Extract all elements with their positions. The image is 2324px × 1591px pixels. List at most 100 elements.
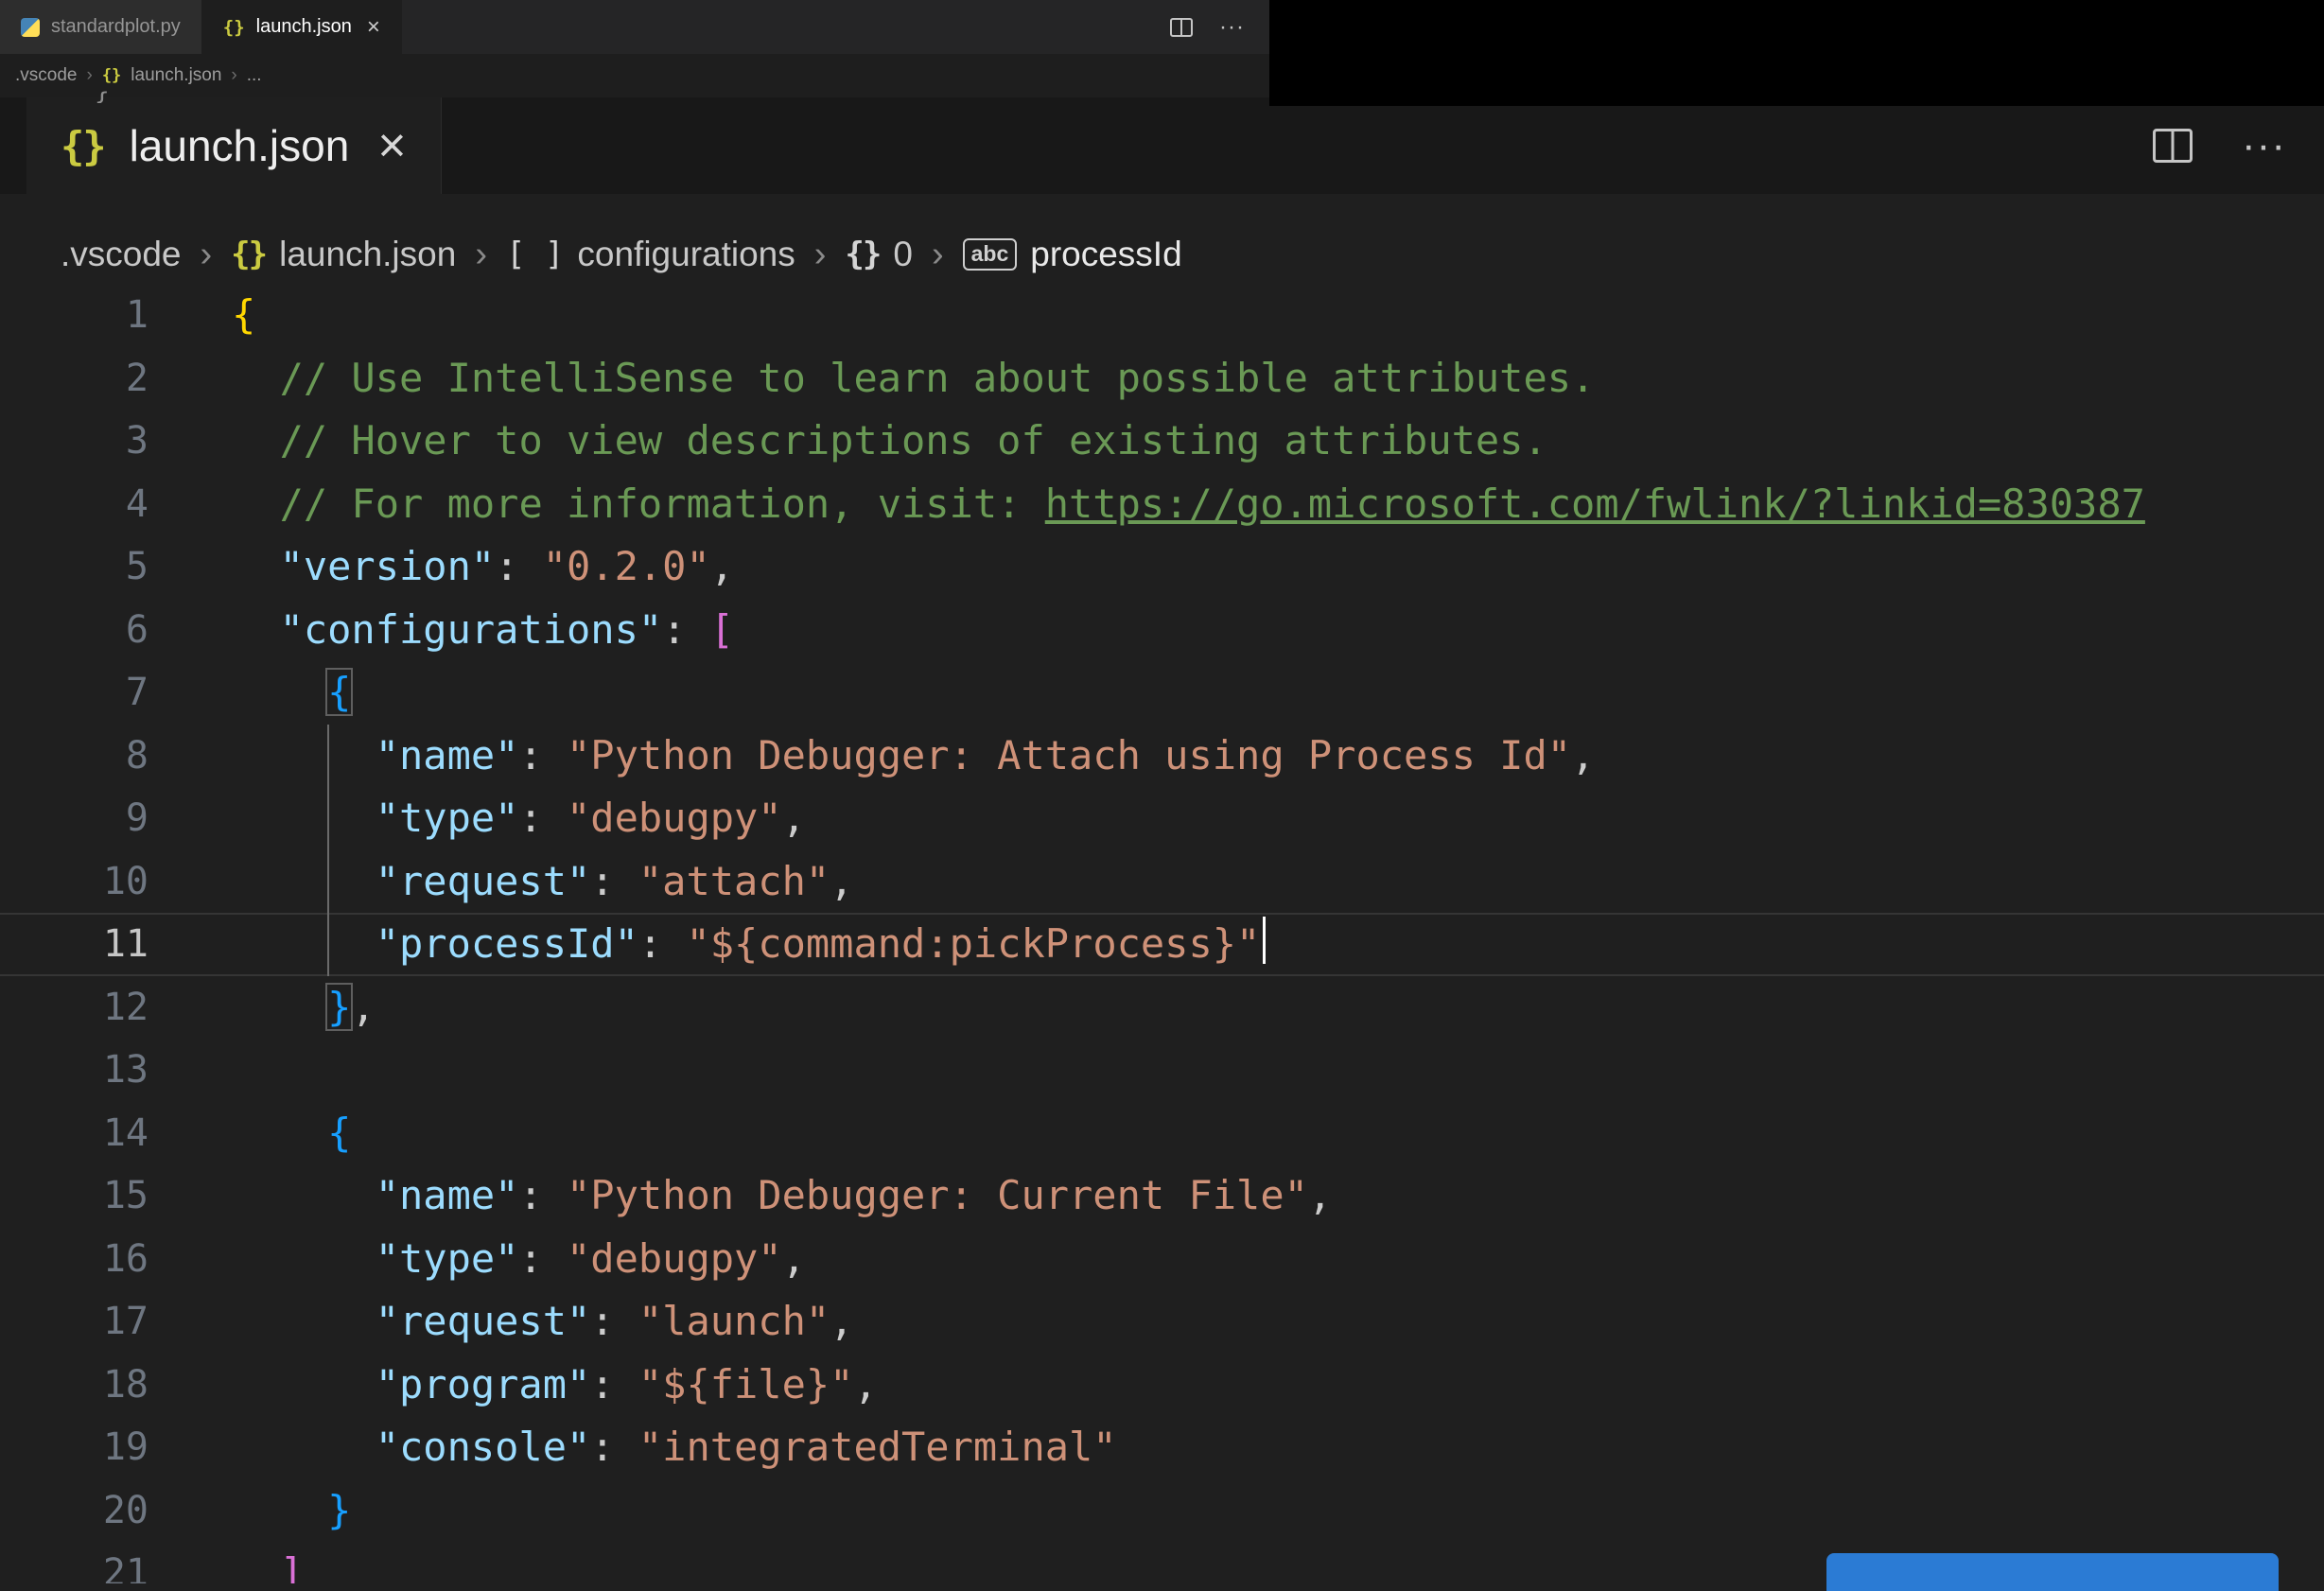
line-number[interactable]: 8 [0,725,149,788]
object-symbol-icon: {} [845,236,882,273]
breadcrumb-item-vscode[interactable]: .vscode [15,65,77,86]
json-braces-icon: {} [101,66,122,85]
line-number[interactable]: 18 [0,1354,149,1417]
code-token: "request" [375,857,591,904]
code-line[interactable]: 15 "name": "Python Debugger: Current Fil… [0,1164,2324,1228]
tab-standardplot-py[interactable]: standardplot.py [0,0,202,54]
line-number[interactable]: 17 [0,1290,149,1354]
line-number[interactable]: 15 [0,1164,149,1228]
tab-bar-actions: ··· [1170,0,1269,54]
code-line[interactable]: 17 "request": "launch", [0,1290,2324,1354]
code-text: "type": "debugpy", [232,1228,806,1291]
breadcrumb-item-configurations[interactable]: [ ] configurations [506,235,795,274]
code-text: "request": "attach", [232,850,854,914]
line-number[interactable]: 19 [0,1416,149,1479]
code-line[interactable]: 16 "type": "debugpy", [0,1228,2324,1291]
code-token: , [1571,731,1596,778]
line-number[interactable]: 9 [0,787,149,850]
line-number[interactable]: 1 [0,284,149,347]
split-editor-icon[interactable] [1170,17,1194,37]
code-token: ] [279,1549,304,1583]
code-line[interactable]: 7 { [0,661,2324,725]
code-token: : [518,795,568,841]
code-token: , [781,1234,806,1282]
code-line[interactable]: 13 [0,1039,2324,1102]
breadcrumb-item-more[interactable]: ... [247,65,262,86]
tab-launch-json[interactable]: {} launch.json × [201,0,402,54]
code-line[interactable]: 18 "program": "${file}", [0,1354,2324,1417]
code-token: // Use IntelliSense to learn about possi… [279,354,1596,401]
code-text: "version": "0.2.0", [232,535,734,599]
code-line[interactable]: 20 } [0,1479,2324,1543]
line-number[interactable]: 21 [0,1542,149,1583]
code-line[interactable]: 6 "configurations": [ [0,599,2324,662]
code-token: : [638,920,687,967]
code-text: "type": "debugpy", [232,787,806,850]
code-lines: 1{2 // Use IntelliSense to learn about p… [0,284,2324,1583]
code-text: "console": "integratedTerminal" [232,1416,1117,1479]
breadcrumb-item-launch-json[interactable]: {} launch.json [231,235,456,274]
line-number[interactable]: 20 [0,1479,149,1543]
code-token: , [781,795,806,841]
code-token: "program" [375,1360,591,1407]
line-number[interactable]: 4 [0,473,149,536]
tab-launch-json-large[interactable]: {} launch.json × [26,97,442,194]
close-icon[interactable]: × [374,121,406,170]
code-line[interactable]: 3 // Hover to view descriptions of exist… [0,410,2324,473]
line-number[interactable]: 13 [0,1039,149,1102]
text-cursor [1263,917,1267,964]
line-number[interactable]: 5 [0,535,149,599]
line-number[interactable]: 14 [0,1102,149,1165]
split-editor-icon[interactable] [2153,129,2193,163]
code-line[interactable]: 9 "type": "debugpy", [0,787,2324,850]
comment-link[interactable]: https://go.microsoft.com/fwlink/?linkid=… [1045,481,2145,527]
line-number[interactable]: 6 [0,599,149,662]
more-actions-icon[interactable]: ··· [2242,125,2286,166]
code-line[interactable]: 11 "processId": "${command:pickProcess}" [0,913,2324,976]
code-token: : [590,1298,638,1344]
code-line[interactable]: 2 // Use IntelliSense to learn about pos… [0,347,2324,411]
code-text: "name": "Python Debugger: Current File", [232,1164,1332,1228]
code-text: { [232,284,255,347]
code-line[interactable]: 8 "name": "Python Debugger: Attach using… [0,725,2324,788]
blue-button-partial[interactable] [1826,1553,2279,1591]
indent-guide [327,725,329,976]
code-editor[interactable]: 1{2 // Use IntelliSense to learn about p… [0,284,2324,1583]
close-icon[interactable]: × [363,15,380,39]
code-token: : [590,1360,638,1407]
code-line[interactable]: 5 "version": "0.2.0", [0,535,2324,599]
breadcrumb-small: .vscode › {} launch.json › ... [0,54,1269,97]
line-number[interactable]: 10 [0,850,149,914]
breadcrumb-item-launch-json[interactable]: launch.json [131,65,221,86]
line-number[interactable]: 16 [0,1228,149,1291]
code-token: , [830,1298,854,1344]
chevron-right-icon: › [231,65,237,85]
breadcrumb-item-0[interactable]: {} 0 [845,235,913,274]
code-line[interactable]: 10 "request": "attach", [0,850,2324,914]
breadcrumb-item-vscode[interactable]: .vscode [61,235,182,274]
breadcrumb-item-processid[interactable]: abc processId [962,235,1182,274]
code-line[interactable]: 19 "console": "integratedTerminal" [0,1416,2324,1479]
code-token: , [351,983,376,1030]
line-number[interactable]: 7 [0,661,149,725]
line-number[interactable]: 11 [0,913,149,976]
code-token: "launch" [638,1298,830,1344]
code-line[interactable]: 12 }, [0,976,2324,1040]
code-line[interactable]: 14 { [0,1102,2324,1165]
code-token: } [327,1486,352,1533]
line-number[interactable]: 12 [0,976,149,1040]
code-token: "Python Debugger: Attach using Process I… [567,731,1572,778]
code-line[interactable]: 4 // For more information, visit: https:… [0,473,2324,536]
more-actions-icon[interactable]: ··· [1219,15,1245,39]
code-line[interactable]: 1{ [0,284,2324,347]
line-number[interactable]: 3 [0,410,149,473]
line-number[interactable]: 2 [0,347,149,411]
breadcrumb-large: .vscode › {} launch.json › [ ] configura… [61,223,1182,286]
code-token: "${command:pickProcess}" [686,920,1261,967]
